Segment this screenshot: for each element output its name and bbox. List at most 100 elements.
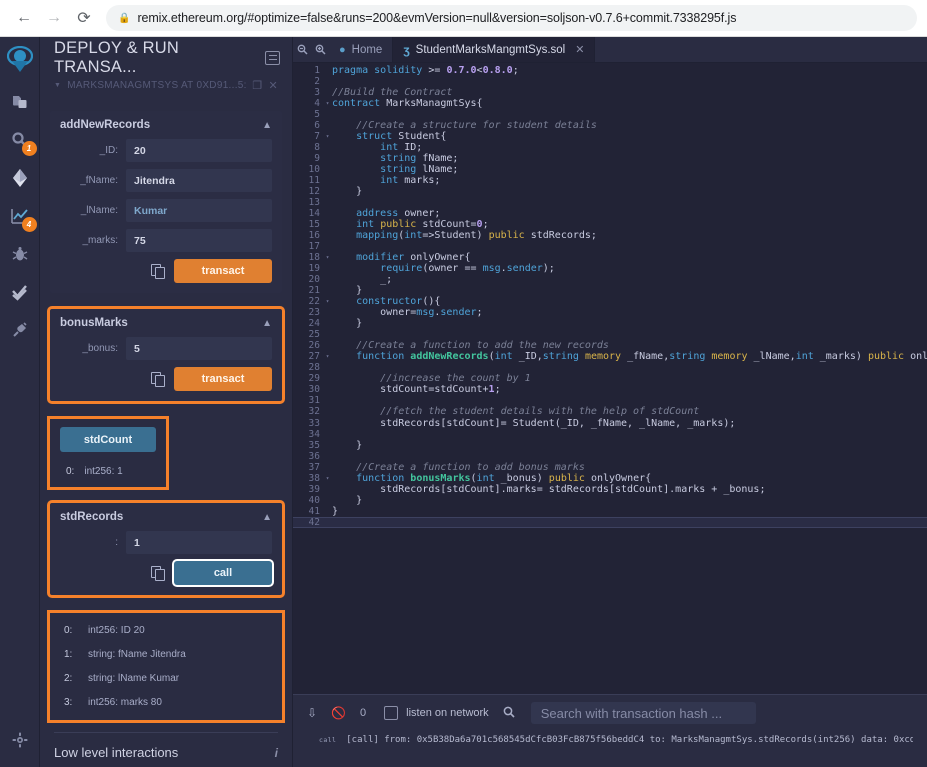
code-line[interactable]: 12 } [293, 186, 927, 197]
address-bar[interactable]: 🔒 remix.ethereum.org/#optimize=false&run… [106, 5, 917, 31]
code-lines[interactable]: 1pragma solidity >= 0.7.0<0.8.0;2 3//Bui… [293, 63, 927, 528]
fold-caret-icon[interactable]: ▾ [323, 473, 332, 484]
back-arrow-icon[interactable]: ← [10, 4, 38, 32]
debugger-icon[interactable] [0, 235, 40, 273]
transaction-search-input[interactable]: Search with transaction hash ... [531, 702, 756, 724]
code-line[interactable]: 39 stdRecords[stdCount].marks= stdRecord… [293, 484, 927, 495]
file-explorers-icon[interactable] [0, 83, 40, 121]
search-icon[interactable] [503, 706, 515, 721]
tab-home[interactable]: ● Home [329, 37, 393, 62]
forward-arrow-icon[interactable]: → [40, 4, 68, 32]
code-line[interactable]: 27▾ function addNewRecords(int _ID,strin… [293, 351, 927, 362]
code-editor[interactable]: 1pragma solidity >= 0.7.0<0.8.0;2 3//Bui… [293, 63, 927, 694]
code-line[interactable]: 5 [293, 109, 927, 120]
code-line[interactable]: 28 [293, 362, 927, 373]
terminal-log-row[interactable]: call [call] from: 0x5B38Da6a701c568545dC… [293, 731, 927, 745]
copy-icon[interactable] [151, 566, 164, 580]
code-line[interactable]: 36 [293, 451, 927, 462]
code-line[interactable]: 32 //fetch the student details with the … [293, 406, 927, 417]
function-block-bonusmarks[interactable]: bonusMarks ▲ _bonus: 5 transact [50, 309, 282, 401]
copy-icon[interactable] [151, 264, 164, 278]
code-line[interactable]: 1pragma solidity >= 0.7.0<0.8.0; [293, 65, 927, 76]
search-icon[interactable]: 1 [0, 121, 40, 159]
fold-caret-icon[interactable]: ▾ [323, 252, 332, 263]
code-line[interactable]: 41} [293, 506, 927, 517]
code-line[interactable]: 4▾contract MarksManagmtSys{ [293, 98, 927, 109]
code-line[interactable]: 8 int ID; [293, 142, 927, 153]
chevron-up-icon[interactable]: ▲ [262, 512, 272, 523]
solidity-analysis-icon[interactable] [0, 273, 40, 311]
stdcount-button[interactable]: stdCount [60, 427, 156, 452]
close-icon[interactable]: ✕ [575, 43, 584, 56]
deploy-run-transactions-icon[interactable]: 4 [0, 197, 40, 235]
close-icon[interactable]: ✕ [268, 79, 278, 92]
param-input-marks[interactable]: 75 [126, 229, 272, 252]
param-input-bonus[interactable]: 5 [126, 337, 272, 360]
code-line[interactable]: 18▾ modifier onlyOwner{ [293, 252, 927, 263]
function-block-stdrecords[interactable]: stdRecords ▲ : 1 call [50, 503, 282, 595]
getter-block-stdcount[interactable]: stdCount 0: int256: 1 [50, 419, 166, 487]
code-line[interactable]: 30 stdCount=stdCount+1; [293, 384, 927, 395]
code-line[interactable]: 3//Build the Contract [293, 87, 927, 98]
code-line[interactable]: 21 } [293, 285, 927, 296]
code-line[interactable]: 25 [293, 329, 927, 340]
code-line[interactable]: 22▾ constructor(){ [293, 296, 927, 307]
transact-button[interactable]: transact [174, 259, 272, 283]
code-line[interactable]: 20 _; [293, 274, 927, 285]
panel-layout-icon[interactable] [265, 51, 280, 65]
info-icon[interactable]: i [275, 746, 278, 760]
function-block-addnewrecords[interactable]: addNewRecords ▲ _ID: 20 _fName: Jitendra… [50, 111, 282, 293]
solidity-compiler-icon[interactable] [0, 159, 40, 197]
code-line[interactable]: 37 //Create a function to add bonus mark… [293, 462, 927, 473]
zoom-in-icon[interactable] [311, 37, 329, 62]
code-line[interactable]: 11 int marks; [293, 175, 927, 186]
fold-caret-icon[interactable]: ▾ [323, 98, 332, 109]
settings-gear-icon[interactable] [0, 721, 40, 759]
function-header[interactable]: bonusMarks ▲ [60, 317, 272, 329]
copy-icon[interactable] [151, 372, 164, 386]
code-line[interactable]: 31 [293, 395, 927, 406]
chevron-double-down-icon[interactable]: ⇩ [307, 706, 317, 720]
code-line[interactable]: 29 //increase the count by 1 [293, 373, 927, 384]
function-header[interactable]: addNewRecords ▲ [60, 119, 272, 131]
code-line[interactable]: 15 int public stdCount=0; [293, 219, 927, 230]
code-line[interactable]: 42 [293, 517, 927, 528]
code-line[interactable]: 38▾ function bonusMarks(int _bonus) publ… [293, 473, 927, 484]
code-line[interactable]: 26 //Create a function to add the new re… [293, 340, 927, 351]
listen-checkbox[interactable] [384, 706, 398, 720]
reload-icon[interactable]: ⟳ [70, 4, 98, 32]
code-line[interactable]: 2 [293, 76, 927, 87]
remix-logo-icon[interactable] [0, 39, 40, 83]
code-line[interactable]: 14 address owner; [293, 208, 927, 219]
listen-on-network-toggle[interactable]: listen on network [384, 706, 489, 720]
chevron-up-icon[interactable]: ▲ [262, 318, 272, 329]
code-line[interactable]: 13 [293, 197, 927, 208]
fold-caret-icon[interactable]: ▾ [323, 351, 332, 362]
deployed-contract-header[interactable]: ▼ MARKSMANAGMTSYS AT 0XD91...5: ❐ ✕ [50, 75, 282, 95]
param-input-id[interactable]: 20 [126, 139, 272, 162]
function-header[interactable]: stdRecords ▲ [60, 511, 272, 523]
transact-button[interactable]: transact [174, 367, 272, 391]
code-line[interactable]: 9 string fName; [293, 153, 927, 164]
code-line[interactable]: 17 [293, 241, 927, 252]
copy-icon[interactable]: ❐ [252, 79, 262, 92]
fold-caret-icon[interactable]: ▾ [323, 131, 332, 142]
param-input-fname[interactable]: Jitendra [126, 169, 272, 192]
no-entry-icon[interactable]: 🚫 [331, 706, 346, 720]
code-line[interactable]: 23 owner=msg.sender; [293, 307, 927, 318]
zoom-out-icon[interactable] [293, 37, 311, 62]
fold-caret-icon[interactable]: ▾ [323, 296, 332, 307]
code-line[interactable]: 7▾ struct Student{ [293, 131, 927, 142]
code-line[interactable]: 34 [293, 429, 927, 440]
chevron-up-icon[interactable]: ▲ [262, 120, 272, 131]
code-line[interactable]: 6 //Create a structure for student detai… [293, 120, 927, 131]
param-input-key[interactable]: 1 [126, 531, 272, 554]
code-line[interactable]: 24 } [293, 318, 927, 329]
tab-studentmarksmangmtsys-sol[interactable]: ʒ StudentMarksMangmtSys.sol ✕ [393, 37, 595, 62]
call-button[interactable]: call [174, 561, 272, 585]
plugin-manager-icon[interactable] [0, 311, 40, 349]
param-input-lname[interactable]: Kumar [126, 199, 272, 222]
code-line[interactable]: 35 } [293, 440, 927, 451]
code-line[interactable]: 40 } [293, 495, 927, 506]
code-line[interactable]: 10 string lName; [293, 164, 927, 175]
